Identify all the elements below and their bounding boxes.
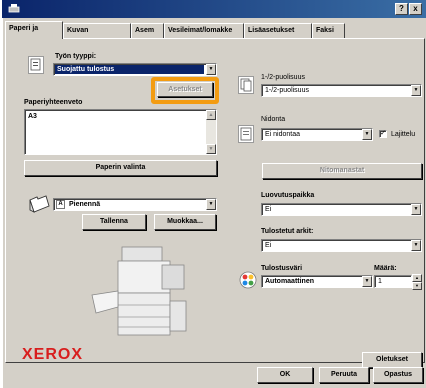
tab-watermarks[interactable]: Vesileimat/lomakke: [164, 23, 244, 38]
quantity-stepper[interactable]: ▲ ▼: [412, 274, 422, 290]
color-select[interactable]: Automaattinen ▼: [261, 275, 373, 288]
color-label: Tulostusväri: [261, 265, 303, 272]
ok-button[interactable]: OK: [257, 367, 313, 383]
stapling-options-button[interactable]: Nitomanastat: [262, 163, 422, 179]
paper-summary-list[interactable]: A3 ▲ ▼: [24, 109, 217, 155]
collate-label: Lajittelu: [391, 131, 416, 138]
xerox-logo: XEROX: [22, 346, 84, 363]
edit-button[interactable]: Muokkaa...: [154, 214, 216, 230]
chevron-down-icon[interactable]: ▼: [206, 199, 216, 210]
color-palette-icon: [239, 271, 257, 289]
paper-select-button[interactable]: Paperin valinta: [24, 160, 217, 176]
duplex-value: 1-/2-puolisuus: [265, 87, 309, 94]
stapling-icon: [238, 125, 254, 143]
tab-layout[interactable]: Asem: [131, 23, 164, 38]
tab-strip: Paperi ja Kuvan Asem Vesileimat/lomakke …: [3, 21, 426, 39]
chevron-down-icon[interactable]: ▼: [362, 129, 372, 140]
paper-summary-value: A3: [28, 113, 37, 120]
help-button[interactable]: Opastus: [373, 367, 423, 383]
duplex-icon: [238, 76, 254, 94]
save-button[interactable]: Tallenna: [82, 214, 146, 230]
stapling-options-label: Nitomanastat: [319, 167, 365, 174]
printed-sheets-select[interactable]: Ei ▼: [261, 239, 422, 252]
chevron-down-icon[interactable]: ▼: [411, 240, 421, 251]
paper-summary-scrollbar[interactable]: ▲ ▼: [206, 110, 216, 154]
tab-panel: Työn tyyppi: Suojattu tulostus ▼ Asetuks…: [5, 38, 425, 368]
settings-button-label: Asetukset: [168, 86, 202, 93]
defaults-button[interactable]: Oletukset: [362, 352, 422, 368]
chevron-up-icon[interactable]: ▲: [412, 274, 422, 282]
printer-illustration: [91, 246, 187, 336]
scroll-down-icon[interactable]: ▼: [206, 144, 216, 154]
output-value: Ei: [265, 206, 272, 213]
job-type-icon: [28, 56, 44, 74]
settings-button[interactable]: Asetukset: [157, 82, 213, 97]
quantity-input[interactable]: 1: [374, 275, 412, 288]
title-bar: ? x: [2, 0, 426, 18]
print-properties-dialog: Paperi ja Kuvan Asem Vesileimat/lomakke …: [2, 18, 426, 388]
chevron-down-icon[interactable]: ▼: [412, 282, 422, 290]
quantity-value: 1: [378, 278, 382, 285]
close-title-button[interactable]: x: [409, 3, 422, 15]
reduce-select[interactable]: A Pienennä ▼: [53, 198, 217, 211]
chevron-down-icon[interactable]: ▼: [411, 85, 421, 96]
stapling-value: Ei nidontaa: [265, 131, 301, 138]
printed-sheets-value: Ei: [265, 242, 272, 249]
output-select[interactable]: Ei ▼: [261, 203, 422, 216]
stapling-label: Nidonta: [261, 116, 286, 123]
tab-image[interactable]: Kuvan: [63, 23, 131, 38]
chevron-down-icon[interactable]: ▼: [411, 204, 421, 215]
color-value: Automaattinen: [265, 278, 314, 285]
printed-sheets-label: Tulostetut arkit:: [261, 228, 314, 235]
tab-paper[interactable]: Paperi ja: [5, 21, 63, 39]
reduce-value: Pienennä: [69, 201, 101, 208]
stapling-select[interactable]: Ei nidontaa ▼: [261, 128, 373, 141]
tab-advanced[interactable]: Lisäasetukset: [244, 23, 312, 38]
printer-app-icon: [8, 4, 20, 13]
chevron-down-icon[interactable]: ▼: [206, 64, 216, 75]
tab-fax[interactable]: Faksi: [312, 23, 345, 38]
paper-summary-label: Paperiyhteenveto: [24, 99, 83, 106]
help-title-button[interactable]: ?: [395, 3, 408, 15]
quantity-label: Määrä:: [374, 265, 397, 272]
chevron-down-icon[interactable]: ▼: [362, 276, 372, 287]
cancel-button[interactable]: Peruuta: [319, 367, 369, 383]
folder-icon: [29, 195, 50, 213]
duplex-select[interactable]: 1-/2-puolisuus ▼: [261, 84, 422, 97]
output-label: Luovutuspaikka: [261, 192, 315, 199]
job-type-value: Suojattu tulostus: [55, 65, 204, 74]
scroll-up-icon[interactable]: ▲: [206, 110, 216, 120]
duplex-label: 1-/2-puolisuus: [261, 74, 305, 81]
job-type-label: Työn tyyppi:: [55, 53, 97, 60]
job-type-select[interactable]: Suojattu tulostus ▼: [53, 63, 217, 76]
collate-checkbox[interactable]: ✓: [379, 130, 387, 138]
paper-size-icon: A: [56, 200, 65, 209]
